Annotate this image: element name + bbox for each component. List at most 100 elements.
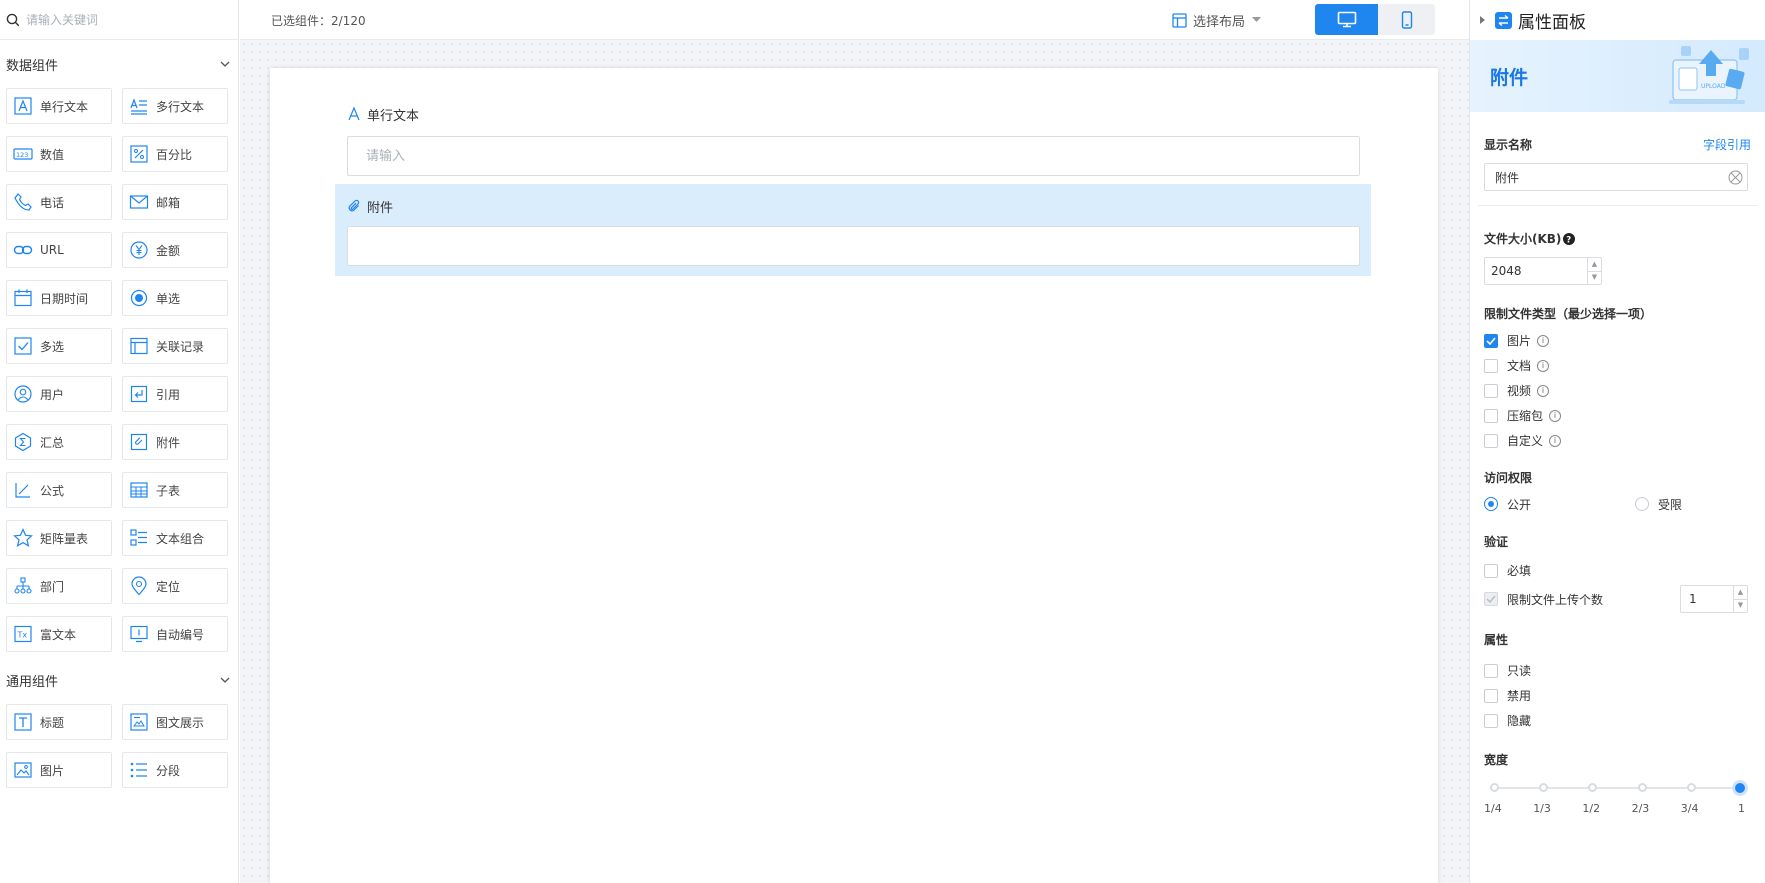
layout-select[interactable]: 选择布局 — [1172, 9, 1262, 31]
file-size-stepper: ▲ ▼ — [1587, 258, 1601, 284]
slider-handle[interactable] — [1732, 780, 1748, 796]
checkbox-file-type[interactable]: 压缩包 i — [1484, 403, 1751, 428]
component-item[interactable]: 图片 — [6, 752, 112, 788]
stepper-up-icon[interactable]: ▲ — [1588, 258, 1601, 272]
component-item[interactable]: 部门 — [6, 568, 112, 604]
file-size-input[interactable]: 2048 ▲ ▼ — [1484, 257, 1602, 285]
file-size-value: 2048 — [1491, 264, 1522, 278]
display-name-value: 附件 — [1495, 170, 1520, 185]
component-item[interactable]: URL — [6, 232, 112, 268]
display-name-section: 显示名称 字段引用 附件 — [1470, 136, 1765, 191]
checkbox-icon — [1484, 688, 1498, 703]
slider-stop[interactable] — [1686, 783, 1696, 792]
component-item[interactable]: 日期时间 — [6, 280, 112, 316]
checkbox-required[interactable]: 必填 — [1484, 558, 1751, 583]
divider — [1478, 205, 1757, 206]
component-item[interactable]: 公式 — [6, 472, 112, 508]
form-field-single-line-text[interactable]: 单行文本 — [347, 104, 1381, 176]
image-text-icon — [129, 712, 149, 732]
component-item[interactable]: Tx 富文本 — [6, 616, 112, 652]
checkbox-label: 必填 — [1507, 564, 1532, 578]
slider-stop[interactable] — [1588, 783, 1598, 792]
component-item[interactable]: 单行文本 — [6, 88, 112, 124]
attachment-upload-box[interactable] — [347, 226, 1360, 266]
display-name-input[interactable]: 附件 — [1484, 163, 1748, 191]
component-item[interactable]: 123 数值 — [6, 136, 112, 172]
checkbox-file-type[interactable]: 文档 i — [1484, 353, 1751, 378]
component-item[interactable]: 用户 — [6, 376, 112, 412]
mobile-view-button[interactable] — [1378, 4, 1435, 35]
chevron-down-icon — [220, 60, 230, 68]
width-section: 宽度 1/4 1/3 1/2 2/3 3/4 1 — [1470, 751, 1765, 816]
component-item[interactable]: 标题 — [6, 704, 112, 740]
checkbox-file-type[interactable]: 图片 i — [1484, 328, 1751, 353]
component-item[interactable]: 汇总 — [6, 424, 112, 460]
component-item[interactable]: 电话 — [6, 184, 112, 220]
radio-public[interactable]: 公开 — [1484, 492, 1635, 517]
group-header-data-components[interactable]: 数据组件 — [0, 40, 238, 88]
slider-stop[interactable] — [1490, 783, 1499, 792]
design-area: 已选组件：2/120 选择布局 单行文本 请输入 附件 — [240, 0, 1469, 883]
clear-icon[interactable] — [1728, 170, 1743, 185]
component-item[interactable]: 百分比 — [122, 136, 228, 172]
component-item[interactable]: 子表 — [122, 472, 228, 508]
component-item-label: 标题 — [40, 715, 65, 730]
component-item[interactable]: 金额 — [122, 232, 228, 268]
checkbox-icon — [1484, 408, 1498, 423]
component-item[interactable]: 矩阵量表 — [6, 520, 112, 556]
info-icon[interactable]: i — [1537, 359, 1550, 372]
attributes-label: 属性 — [1484, 633, 1509, 647]
component-item[interactable]: 关联记录 — [122, 328, 228, 364]
component-item[interactable]: 引用 — [122, 376, 228, 412]
search-icon — [6, 13, 20, 27]
desktop-view-button[interactable] — [1315, 4, 1378, 35]
width-tick-label: 3/4 — [1680, 802, 1699, 815]
component-item[interactable]: 单选 — [122, 280, 228, 316]
checkbox-label: 只读 — [1507, 664, 1532, 678]
slider-stop[interactable] — [1637, 783, 1647, 792]
component-item[interactable]: 文本组合 — [122, 520, 228, 556]
component-item-label: 单选 — [156, 291, 181, 306]
limit-count-input[interactable]: 1 ▲ ▼ — [1680, 585, 1748, 613]
stepper-down-icon[interactable]: ▼ — [1734, 600, 1747, 613]
field-label: 单行文本 — [367, 108, 420, 124]
component-item[interactable]: 分段 — [122, 752, 228, 788]
width-slider[interactable] — [1490, 780, 1748, 796]
info-icon[interactable]: i — [1549, 409, 1562, 422]
component-item-label: 附件 — [156, 435, 181, 450]
swap-icon — [1495, 11, 1512, 29]
group-header-common-components[interactable]: 通用组件 — [0, 656, 238, 704]
help-icon[interactable]: ? — [1563, 232, 1576, 245]
width-label: 宽度 — [1484, 753, 1509, 767]
info-icon[interactable]: i — [1537, 334, 1550, 347]
slider-stop[interactable] — [1539, 783, 1549, 792]
checkbox-attribute[interactable]: 只读 — [1484, 658, 1751, 683]
checkbox-limit-count[interactable]: 限制文件上传个数 1 ▲ ▼ — [1484, 583, 1751, 615]
radio-restricted[interactable]: 受限 — [1635, 492, 1682, 517]
checkbox-file-type[interactable]: 自定义 i — [1484, 428, 1751, 453]
checkbox-label: 自定义 — [1507, 434, 1544, 448]
single-line-text-input[interactable] — [347, 136, 1360, 176]
component-item[interactable]: 多行文本 — [122, 88, 228, 124]
info-icon[interactable]: i — [1549, 434, 1562, 447]
component-item[interactable]: 附件 — [122, 424, 228, 460]
form-field-attachment-selected[interactable]: 附件 — [335, 184, 1371, 276]
search-input[interactable] — [26, 12, 226, 27]
properties-panel: 属性面板 附件 UPLOAD 显示名称 字段引用 附件 文件大小(KB) ? 2… — [1469, 0, 1765, 883]
component-item[interactable]: 图文展示 — [122, 704, 228, 740]
field-reference-link[interactable]: 字段引用 — [1703, 136, 1751, 153]
checkbox-attribute[interactable]: 禁用 — [1484, 683, 1751, 708]
checkbox-file-type[interactable]: 视频 i — [1484, 378, 1751, 403]
stepper-up-icon[interactable]: ▲ — [1734, 586, 1747, 600]
component-item[interactable]: 自动编号 — [122, 616, 228, 652]
component-item[interactable]: 邮箱 — [122, 184, 228, 220]
group-title: 数据组件 — [6, 58, 59, 74]
panel-header[interactable]: 属性面板 — [1470, 0, 1765, 40]
stepper-down-icon[interactable]: ▼ — [1588, 272, 1601, 285]
component-item[interactable]: 定位 — [122, 568, 228, 604]
info-icon[interactable]: i — [1537, 384, 1550, 397]
checkbox-attribute[interactable]: 隐藏 — [1484, 708, 1751, 733]
component-item[interactable]: 多选 — [6, 328, 112, 364]
file-size-section: 文件大小(KB) ? 2048 ▲ ▼ — [1470, 230, 1765, 285]
phone-icon — [13, 192, 33, 212]
